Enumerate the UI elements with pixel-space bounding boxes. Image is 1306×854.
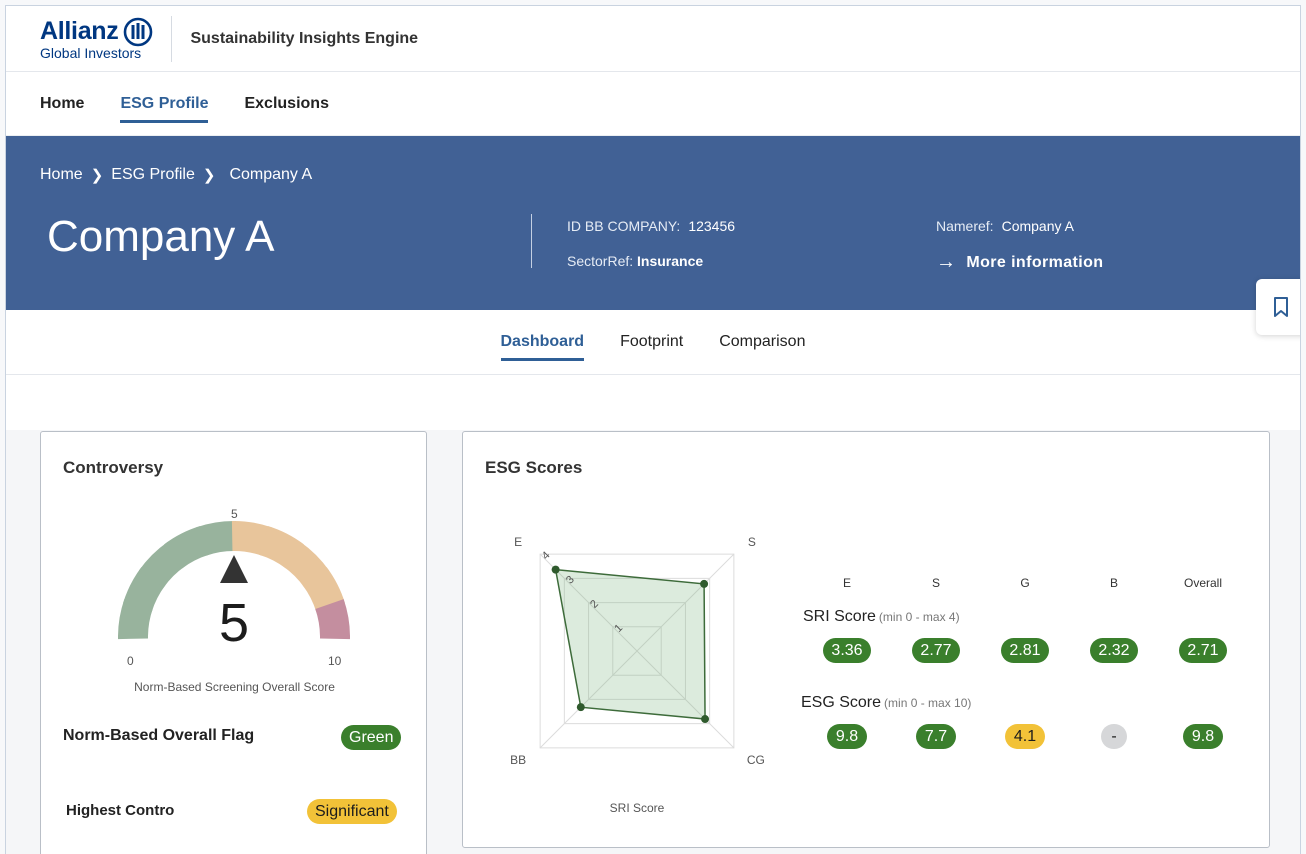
gauge-caption: Norm-Based Screening Overall Score xyxy=(134,680,335,694)
bookmark-button[interactable] xyxy=(1256,279,1300,335)
esg-score-s: 7.7 xyxy=(906,724,966,749)
col-head-b: B xyxy=(1109,576,1118,590)
col-head-e: E xyxy=(842,576,851,590)
tab-dashboard[interactable]: Dashboard xyxy=(500,327,584,361)
radar-caption: SRI Score xyxy=(610,801,665,815)
norm-flag-badge: Green xyxy=(341,725,402,750)
banner-divider xyxy=(531,214,532,268)
norm-flag-label: Norm-Based Overall Flag xyxy=(63,727,255,744)
sri-score-overall: 2.71 xyxy=(1173,638,1233,663)
gauge-value: 5 xyxy=(218,593,250,653)
tab-comparison[interactable]: Comparison xyxy=(719,327,805,357)
sri-score-b: 2.32 xyxy=(1084,638,1144,663)
radar-point xyxy=(576,703,585,712)
sector-value: Insurance xyxy=(637,253,704,269)
nav-home[interactable]: Home xyxy=(40,89,84,119)
status-badge: Green xyxy=(341,725,402,750)
chevron-right-icon: ❯ xyxy=(202,167,216,184)
esg-score-g: 4.1 xyxy=(995,724,1055,749)
score-pill: 2.81 xyxy=(1001,638,1049,663)
profile-tabs: Dashboard Footprint Comparison xyxy=(6,310,1300,375)
sri-score-title: SRI Score (min 0 - max 4) xyxy=(803,608,960,626)
gauge-pointer xyxy=(220,555,248,583)
score-pill: 2.77 xyxy=(912,638,960,663)
brand-name: Allianz xyxy=(40,17,119,45)
radar-axis-label: S xyxy=(748,535,756,549)
score-pill: - xyxy=(1101,724,1127,749)
main-nav: Home ESG Profile Exclusions xyxy=(6,72,1300,136)
breadcrumb-current: Company A xyxy=(229,166,313,183)
arrow-right-icon: → xyxy=(936,251,957,273)
page-title: Company A xyxy=(47,212,275,261)
radar-series xyxy=(554,568,706,720)
radar-axis-label: CG xyxy=(747,753,765,767)
sri-score-g: 2.81 xyxy=(995,638,1055,663)
col-head-overall: Overall xyxy=(1183,576,1222,590)
sri-radar-chart: 1234E SCGBBSRI Score xyxy=(510,535,765,815)
radar-point xyxy=(551,565,560,574)
sri-score-e: 3.36 xyxy=(817,638,877,663)
radar-axis-label: E xyxy=(514,535,522,549)
allianz-logo[interactable]: Allianz Global Investors xyxy=(40,17,153,61)
nameref-value: Company A xyxy=(1001,218,1074,234)
sri-score-label: SRI Score xyxy=(803,608,876,625)
company-sector: SectorRef: Insurance xyxy=(567,253,703,269)
company-nameref: Nameref: Company A xyxy=(936,218,1074,234)
esg-score-title: ESG Score (min 0 - max 10) xyxy=(801,694,971,712)
app-window: Allianz Global Investors Sustainability … xyxy=(5,5,1301,854)
more-information-link[interactable]: → More information xyxy=(936,251,1103,274)
more-information-label: More information xyxy=(966,253,1104,271)
allianz-eagle-icon xyxy=(124,17,153,46)
sri-score-s: 2.77 xyxy=(906,638,966,663)
nav-exclusions[interactable]: Exclusions xyxy=(244,89,328,119)
score-pill: 9.8 xyxy=(1183,724,1223,749)
nameref-label: Nameref: xyxy=(936,218,994,234)
breadcrumb: Home ❯ ESG Profile ❯ Company A xyxy=(40,166,312,184)
esg-score-b: - xyxy=(1084,724,1144,749)
chevron-right-icon: ❯ xyxy=(90,167,104,184)
score-pill: 4.1 xyxy=(1005,724,1045,749)
gauge-min-label: 0 xyxy=(127,654,134,668)
col-head-g: G xyxy=(1020,576,1030,590)
radar-point xyxy=(700,579,709,588)
radar-axis-label: BB xyxy=(510,753,526,767)
score-pill: 9.8 xyxy=(827,724,867,749)
radar-ring-label: 4 xyxy=(540,549,553,562)
tab-footprint[interactable]: Footprint xyxy=(620,327,683,357)
company-id: ID BB COMPANY: 123456 xyxy=(567,218,735,234)
header-divider xyxy=(171,15,173,62)
company-id-label: ID BB COMPANY: xyxy=(567,218,681,234)
top-header: Allianz Global Investors Sustainability … xyxy=(6,6,1300,72)
company-banner: Home ❯ ESG Profile ❯ Company A Company A… xyxy=(6,136,1300,310)
esg-score-range: (min 0 - max 10) xyxy=(884,696,972,710)
gauge-max-label: 10 xyxy=(328,654,342,668)
app-title: Sustainability Insights Engine xyxy=(190,29,419,47)
sector-label: SectorRef: xyxy=(567,253,634,269)
company-id-value: 123456 xyxy=(688,218,736,234)
col-head-s: S xyxy=(931,576,940,590)
esg-score-overall: 9.8 xyxy=(1173,724,1233,749)
sri-score-range: (min 0 - max 4) xyxy=(878,610,960,624)
bookmark-icon xyxy=(1274,297,1288,317)
nav-esg-profile[interactable]: ESG Profile xyxy=(120,89,209,123)
gauge-mid-label: 5 xyxy=(231,507,238,521)
esg-score-label: ESG Score xyxy=(801,694,882,711)
breadcrumb-home[interactable]: Home xyxy=(40,166,83,184)
score-pill: 3.36 xyxy=(823,638,871,663)
controversy-card: Controversy 5 5 0 10 Norm-Based Screenin… xyxy=(40,431,427,854)
brand-sub: Global Investors xyxy=(40,44,142,61)
radar-point xyxy=(701,715,710,724)
esg-score-e: 9.8 xyxy=(817,724,877,749)
score-pill: 2.32 xyxy=(1090,638,1138,663)
esg-scores-card: ESG Scores 1 2 3 4 E S CG BB SRI Score E S G B O… xyxy=(462,431,1270,848)
score-pill: 7.7 xyxy=(916,724,956,749)
highest-contro-label: Highest Contro xyxy=(66,802,175,819)
score-pill: 2.71 xyxy=(1179,638,1227,663)
highest-contro-badge: Significant xyxy=(307,799,397,824)
breadcrumb-esg-profile[interactable]: ESG Profile xyxy=(111,166,195,184)
status-badge: Significant xyxy=(307,799,397,824)
